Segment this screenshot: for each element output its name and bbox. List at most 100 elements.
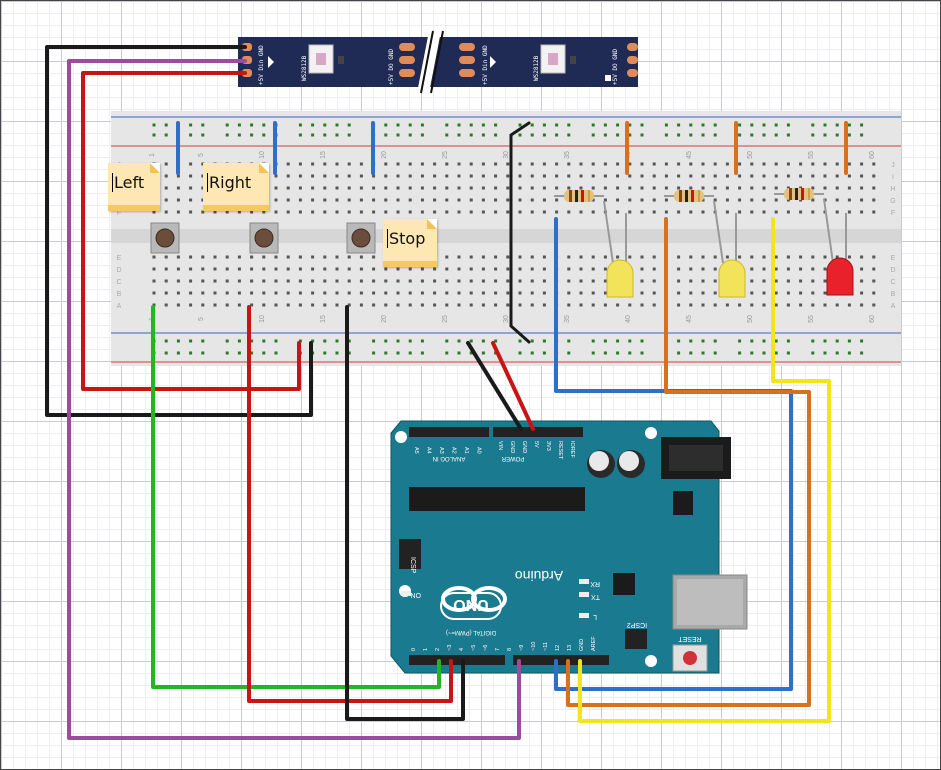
digital-pin-label: ~10 — [531, 642, 537, 651]
column-number: 25 — [442, 151, 449, 159]
analog-pin-label: A0 — [476, 447, 482, 454]
analog-pin-label: A5 — [413, 447, 419, 454]
column-number: 60 — [869, 151, 876, 159]
column-number: 20 — [381, 151, 388, 159]
row-letter: F — [117, 210, 121, 217]
column-number: 20 — [381, 315, 388, 323]
column-number: 35 — [564, 315, 571, 323]
icsp2-header — [625, 629, 647, 649]
row-letter: D — [890, 267, 895, 274]
arduino-brand: Arduino — [515, 568, 563, 584]
svg-text:POWER: POWER — [501, 455, 524, 461]
power-pin-label: VIN — [497, 441, 503, 450]
svg-text:RESET: RESET — [678, 635, 702, 642]
row-letter: E — [117, 255, 122, 262]
column-number: 35 — [564, 151, 571, 159]
power-pin-label: 3V3 — [545, 441, 551, 451]
row-letter: G — [890, 198, 895, 205]
analog-pin-label: A1 — [463, 447, 469, 454]
circuit-diagram: +5V Din GND WS2812B +5V DO GND +5V Din G… — [45, 30, 901, 740]
svg-text:ICSP2: ICSP2 — [627, 621, 647, 628]
atmega-chip — [409, 487, 585, 511]
column-number: 5 — [198, 153, 205, 157]
svg-text:DIGITAL (PWM=~): DIGITAL (PWM=~) — [446, 629, 496, 635]
pushbutton-left — [150, 222, 180, 254]
svg-text:WS2812B: WS2812B — [533, 55, 540, 81]
column-number: 5 — [198, 317, 205, 321]
digital-pin-label: ~9 — [519, 645, 525, 651]
digital-pin-label: ~5 — [471, 645, 477, 651]
note-right[interactable]: Right — [203, 163, 269, 211]
center-trench — [111, 229, 901, 243]
digital-pin-label: 2 — [435, 648, 441, 651]
digital-pin-label: ~11 — [543, 642, 549, 651]
column-number: 30 — [503, 151, 510, 159]
svg-text:+5V DO GND: +5V DO GND — [388, 48, 395, 85]
digital-pin-label: 8 — [507, 648, 513, 651]
row-letter: I — [892, 174, 894, 181]
column-number: 15 — [320, 151, 327, 159]
svg-text:ICSP: ICSP — [409, 557, 416, 574]
digital-pin-label: ~6 — [483, 645, 489, 651]
digital-pin-label: 0 — [411, 648, 417, 651]
digital-pin-label: AREF — [591, 636, 597, 651]
digital-header-high — [513, 655, 609, 665]
column-number: 40 — [625, 315, 632, 323]
row-letter: B — [117, 291, 122, 298]
column-number: 60 — [869, 315, 876, 323]
note-left[interactable]: Left — [108, 163, 160, 211]
column-number: 30 — [503, 315, 510, 323]
digital-pin-label: 4 — [459, 648, 465, 651]
note-stop[interactable]: Stop — [383, 219, 437, 267]
led-strip: +5V Din GND WS2812B +5V DO GND +5V Din G… — [238, 30, 638, 94]
digital-pin-label: GND — [579, 639, 585, 651]
chip-label: WS2812B — [301, 55, 308, 81]
uno-label: UNO — [453, 596, 489, 613]
row-letter: C — [890, 279, 895, 286]
column-number: 1 — [149, 153, 156, 157]
digital-header-low — [409, 655, 505, 665]
analog-pin-label: A4 — [426, 447, 432, 454]
svg-text:ANALOG IN: ANALOG IN — [433, 455, 466, 461]
row-letter: E — [891, 255, 896, 262]
digital-pin-label: 7 — [495, 648, 501, 651]
power-header — [493, 427, 583, 437]
digital-pin-label: 1 — [423, 648, 429, 651]
row-letter: H — [890, 186, 895, 193]
row-letter: D — [116, 267, 121, 274]
svg-text:L: L — [593, 613, 597, 620]
power-pin-label: 5V — [533, 441, 539, 448]
row-letter: F — [891, 210, 895, 217]
column-number: 15 — [320, 315, 327, 323]
column-number: 45 — [686, 151, 693, 159]
row-letter: A — [117, 303, 122, 310]
analog-pin-label: A2 — [451, 447, 457, 454]
column-number: 55 — [808, 151, 815, 159]
analog-pin-label: A3 — [438, 447, 444, 454]
column-number: 10 — [259, 151, 266, 159]
power-pin-label: RESET — [557, 441, 563, 460]
svg-text:ON: ON — [411, 591, 422, 598]
digital-pin-label: ~3 — [447, 645, 453, 651]
power-pin-label: GND — [521, 441, 527, 453]
digital-pin-label: 13 — [567, 645, 573, 651]
pushbutton-right — [249, 222, 279, 254]
circuit-canvas: +5V Din GND WS2812B +5V DO GND +5V Din G… — [0, 0, 941, 770]
strip-pad-labels-in: +5V Din GND — [258, 45, 265, 85]
column-number: 45 — [686, 315, 693, 323]
row-letter: B — [891, 291, 896, 298]
column-number: 55 — [808, 315, 815, 323]
svg-text:+5V DO GND: +5V DO GND — [612, 48, 619, 85]
column-number: 50 — [747, 315, 754, 323]
breadboard: 1155101015152020252530303535404045455050… — [111, 111, 901, 366]
svg-text:+5V Din GND: +5V Din GND — [482, 45, 489, 85]
power-pin-label: GND — [509, 441, 515, 453]
analog-header — [409, 427, 489, 437]
column-number: 50 — [747, 151, 754, 159]
column-number: 25 — [442, 315, 449, 323]
svg-text:RX: RX — [590, 580, 600, 587]
row-letter: C — [116, 279, 121, 286]
svg-text:TX: TX — [591, 593, 600, 600]
power-pin-label: IOREF — [569, 441, 575, 458]
row-letter: A — [891, 303, 896, 310]
